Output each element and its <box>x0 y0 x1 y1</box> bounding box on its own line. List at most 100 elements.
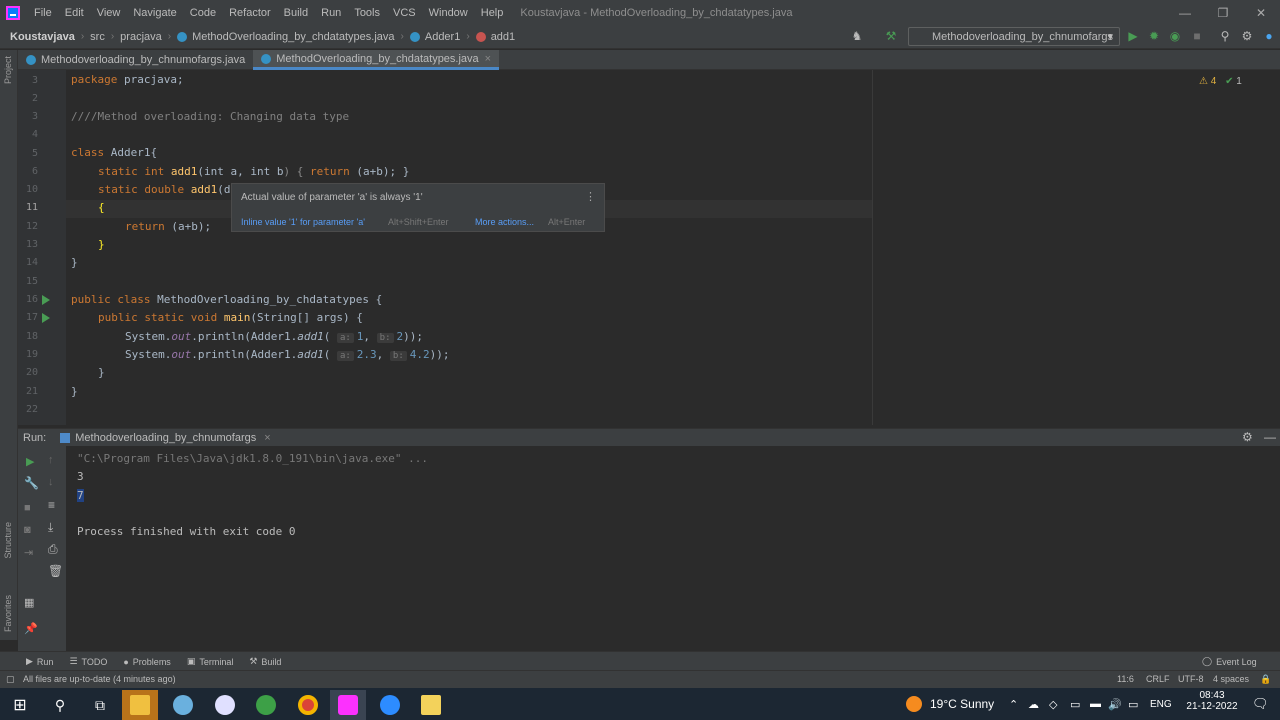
rerun-icon[interactable]: ▶ <box>26 455 34 468</box>
breadcrumb-project[interactable]: Koustavjava <box>10 31 75 43</box>
code-line[interactable]: static double add1(d <box>98 183 230 196</box>
inline-value-action[interactable]: Inline value '1' for parameter 'a' <box>241 217 365 227</box>
pin-icon[interactable]: 📌 <box>24 622 38 635</box>
menu-code[interactable]: Code <box>184 7 223 19</box>
run-tool-button[interactable]: ▶ Run <box>26 656 53 667</box>
language-indicator[interactable]: ENG <box>1150 688 1172 720</box>
more-options-icon[interactable]: ⋮ <box>585 190 596 203</box>
search-icon[interactable]: ⚲ <box>1218 29 1232 43</box>
search-icon[interactable]: ⚲ <box>42 690 78 720</box>
intellij-taskbar-icon[interactable] <box>330 690 366 720</box>
build-tool-button[interactable]: ⚒ Build <box>249 656 281 667</box>
trash-icon[interactable]: 🗑 <box>48 564 63 578</box>
code-line[interactable]: public static void main(String[] args) { <box>98 311 363 324</box>
settings-gear-icon[interactable]: ⚙ <box>1240 29 1254 43</box>
zoom-icon[interactable] <box>372 690 408 720</box>
problems-tool-button[interactable]: ● Problems <box>123 657 170 667</box>
print-icon[interactable]: ⎙ <box>48 542 58 557</box>
menu-file[interactable]: File <box>28 7 59 19</box>
network-icon[interactable]: ◇ <box>1049 688 1057 720</box>
menu-build[interactable]: Build <box>278 7 315 19</box>
structure-tool-tab[interactable]: Structure <box>3 522 13 559</box>
run-gutter-icon[interactable] <box>42 295 50 305</box>
file-encoding[interactable]: UTF-8 <box>1178 674 1204 684</box>
menu-help[interactable]: Help <box>475 7 511 19</box>
close-button[interactable]: ✕ <box>1242 0 1280 25</box>
stop-icon[interactable]: ■ <box>1190 29 1204 43</box>
soft-wrap-icon[interactable]: ≡ <box>48 498 55 512</box>
breadcrumb-file[interactable]: MethodOverloading_by_chdatatypes.java <box>192 31 394 43</box>
up-arrow-icon[interactable]: ↑ <box>48 454 54 466</box>
code-with-me-icon[interactable]: ● <box>1262 29 1276 43</box>
code-line[interactable]: System.out.println(Adder1.add1( a: 1, b: 2… <box>125 330 423 343</box>
lock-icon[interactable]: 🔒 <box>1260 674 1271 685</box>
line-separator[interactable]: CRLF <box>1146 674 1170 684</box>
notes-app-icon[interactable] <box>413 690 449 720</box>
camera-icon[interactable]: ◙ <box>24 524 31 536</box>
favorites-tool-tab[interactable]: Favorites <box>3 595 13 632</box>
code-line[interactable]: } <box>71 385 78 398</box>
minimize-button[interactable]: — <box>1166 0 1204 25</box>
todo-tool-button[interactable]: ☰ TODO <box>69 656 107 667</box>
indent-setting[interactable]: 4 spaces <box>1213 674 1249 684</box>
coverage-icon[interactable]: ◉ <box>1168 29 1182 43</box>
menu-tools[interactable]: Tools <box>348 7 387 19</box>
code-line[interactable]: { <box>98 201 105 214</box>
wrench-icon[interactable]: 🔧 <box>24 476 39 490</box>
run-configuration-select[interactable]: Methodoverloading_by_chnumofargs ▾ <box>908 27 1120 46</box>
menu-view[interactable]: View <box>91 7 128 19</box>
terminal-tool-button[interactable]: ▣ Terminal <box>187 656 234 667</box>
code-line[interactable]: System.out.println(Adder1.add1( a: 2.3, b… <box>125 348 450 361</box>
leaf-app-icon[interactable] <box>248 690 284 720</box>
hammer-build-icon[interactable]: ⚒ <box>884 29 898 43</box>
code-line[interactable]: public class MethodOverloading_by_chdata… <box>71 293 382 306</box>
menu-refactor[interactable]: Refactor <box>223 7 278 19</box>
run-gutter-icon[interactable] <box>42 313 50 323</box>
more-actions-link[interactable]: More actions... <box>475 217 534 227</box>
notification-icon[interactable]: 🗨 <box>1252 688 1269 720</box>
camera-tray-icon[interactable]: ▭ <box>1070 688 1080 720</box>
warning-indicator[interactable]: ⚠ 4 ✔ 1 <box>1199 76 1242 87</box>
tab-methodoverloading-chdatatypes[interactable]: MethodOverloading_by_chdatatypes.java × <box>253 50 500 70</box>
minimize-panel-icon[interactable]: — <box>1264 430 1276 444</box>
code-line[interactable]: package pracjava; <box>71 73 184 86</box>
file-explorer-icon[interactable] <box>122 690 158 720</box>
chevron-up-icon[interactable]: ⌃ <box>1009 688 1018 720</box>
down-arrow-icon[interactable]: ↓ <box>48 476 54 488</box>
menu-run[interactable]: Run <box>315 7 348 19</box>
breadcrumb-src[interactable]: src <box>90 31 105 43</box>
menu-vcs[interactable]: VCS <box>387 7 423 19</box>
clock[interactable]: 08:43 21-12-2022 <box>1180 690 1244 712</box>
breadcrumb-class[interactable]: Adder1 <box>425 31 460 43</box>
chrome-icon[interactable] <box>290 690 326 720</box>
code-line[interactable]: return (a+b); <box>125 220 211 233</box>
code-line[interactable]: } <box>98 366 105 379</box>
caret-position[interactable]: 11:6 <box>1117 674 1134 684</box>
exit-icon[interactable]: ⇥ <box>24 546 33 559</box>
paint-icon[interactable] <box>165 690 201 720</box>
volume-icon[interactable]: 🔊 <box>1108 688 1122 720</box>
breadcrumb-method[interactable]: add1 <box>491 31 515 43</box>
debug-icon[interactable]: ✹ <box>1147 29 1161 43</box>
scroll-to-end-icon[interactable]: ⤓ <box>48 520 53 535</box>
display-icon[interactable]: ▭ <box>1128 688 1138 720</box>
menu-edit[interactable]: Edit <box>59 7 91 19</box>
layout-icon[interactable]: ▦ <box>24 596 34 609</box>
stop-icon[interactable]: ■ <box>24 502 31 514</box>
code-line[interactable]: ////Method overloading: Changing data ty… <box>71 110 349 123</box>
tab-methodoverloading-chnumofargs[interactable]: Methodoverloading_by_chnumofargs.java <box>18 50 253 70</box>
onedrive-icon[interactable]: ☁ <box>1028 688 1039 720</box>
maximize-button[interactable]: ❐ <box>1204 0 1242 25</box>
user-icon[interactable]: ♞ <box>850 29 864 43</box>
media-app-icon[interactable] <box>207 690 243 720</box>
task-view-icon[interactable]: ⧉ <box>82 690 118 720</box>
close-tab-icon[interactable]: × <box>264 432 270 444</box>
menu-navigate[interactable]: Navigate <box>127 7 183 19</box>
event-log-button[interactable]: ◯ Event Log <box>1202 656 1257 667</box>
windows-start-icon[interactable]: ⊞ <box>2 690 38 720</box>
battery-icon[interactable]: ▬ <box>1090 688 1101 720</box>
menu-window[interactable]: Window <box>423 7 475 19</box>
settings-gear-icon[interactable]: ⚙ <box>1242 430 1253 444</box>
project-tool-tab[interactable]: Project <box>3 56 13 84</box>
code-line[interactable]: } <box>98 238 105 251</box>
